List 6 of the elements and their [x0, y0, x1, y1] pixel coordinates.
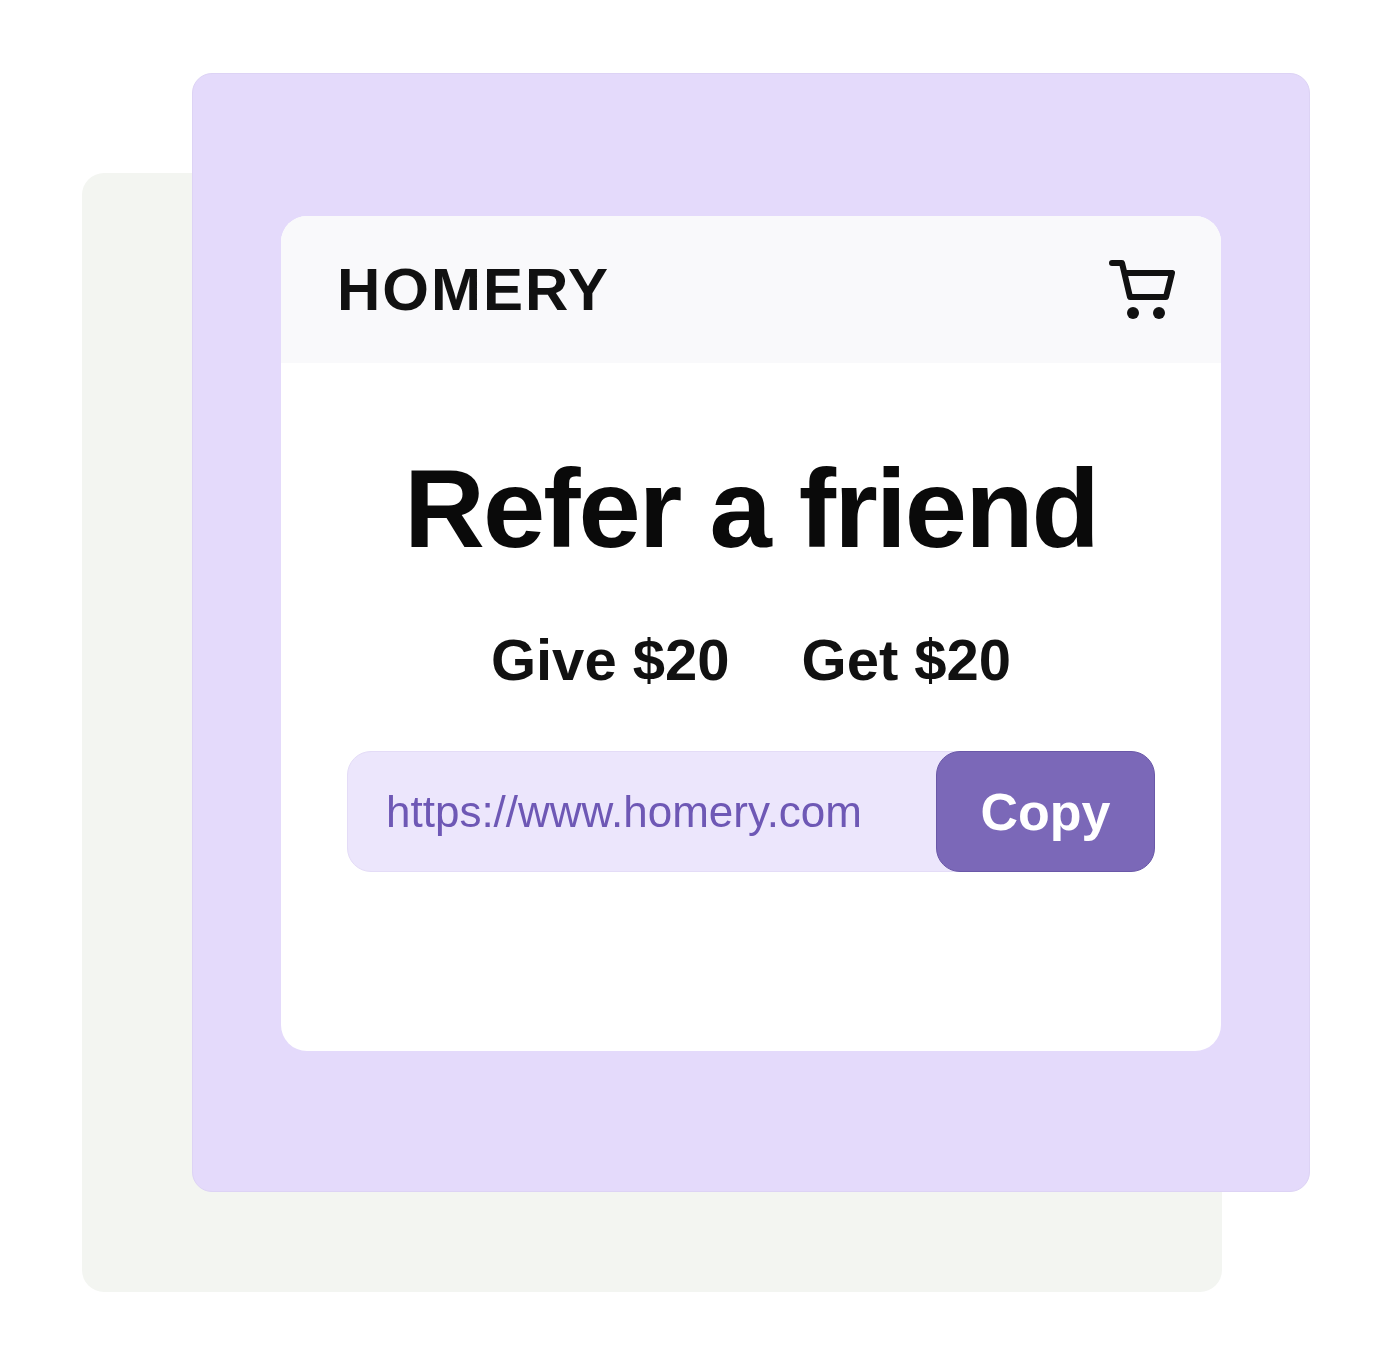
- brand-logo: HOMERY: [337, 259, 611, 320]
- offer-text: Give $20: [490, 631, 730, 689]
- cart-icon[interactable]: [1109, 257, 1177, 322]
- offer-text: Get $20: [801, 631, 1012, 689]
- page-heading: Refer a friend: [403, 453, 1099, 565]
- referral-link-field[interactable]: https://www.homery.com: [347, 751, 960, 872]
